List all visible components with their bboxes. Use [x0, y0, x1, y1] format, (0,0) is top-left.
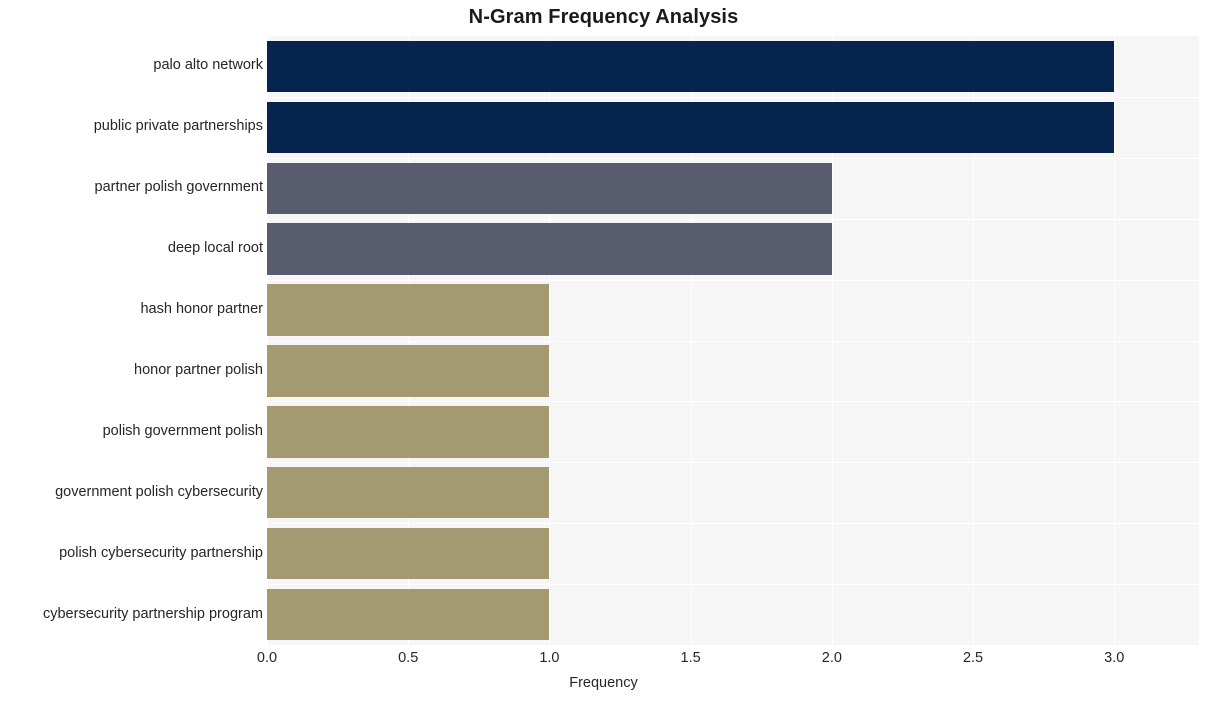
bar[interactable]	[267, 345, 550, 397]
bar[interactable]	[267, 406, 550, 458]
y-axis-tick-label: partner polish government	[94, 179, 263, 196]
bar[interactable]	[267, 223, 832, 275]
y-axis-tick-label: honor partner polish	[134, 361, 263, 378]
horizontal-gridline	[267, 401, 1199, 402]
bar[interactable]	[267, 467, 550, 519]
y-axis-tick-label: palo alto network	[153, 57, 263, 74]
y-axis-tick-label: polish cybersecurity partnership	[59, 544, 263, 561]
bar[interactable]	[267, 40, 1115, 93]
y-axis-tick-label: public private partnerships	[93, 118, 263, 135]
x-axis-tick-labels: 0.0 0.5 1.0 1.5 2.0 2.5 3.0	[0, 650, 1207, 670]
y-axis-tick-label: deep local root	[167, 240, 263, 257]
horizontal-gridline	[267, 462, 1199, 463]
horizontal-gridline	[267, 158, 1199, 159]
bar[interactable]	[267, 527, 550, 580]
x-axis-title: Frequency	[569, 675, 638, 691]
x-axis-tick-label: 2.5	[962, 650, 984, 666]
horizontal-gridline	[267, 584, 1199, 585]
y-axis-tick-label: government polish cybersecurity	[55, 483, 263, 500]
y-axis-tick-label: hash honor partner	[140, 301, 263, 318]
chart-title: N-Gram Frequency Analysis	[468, 6, 739, 28]
x-axis-tick-label: 0.5	[398, 650, 419, 666]
horizontal-gridline	[267, 341, 1199, 342]
horizontal-gridline	[267, 280, 1199, 281]
horizontal-gridline	[267, 219, 1199, 220]
bar[interactable]	[267, 162, 832, 214]
y-axis-tick-label: polish government polish	[102, 422, 263, 439]
x-axis-tick-label: 3.0	[1104, 650, 1125, 666]
plot-area	[267, 36, 1199, 645]
bar[interactable]	[267, 101, 1115, 154]
horizontal-gridline	[267, 523, 1199, 524]
x-axis-tick-label: 2.0	[821, 650, 842, 666]
x-axis-tick-label: 1.0	[539, 650, 560, 666]
y-axis-tick-label: cybersecurity partnership program	[42, 605, 263, 622]
bar[interactable]	[267, 588, 550, 641]
bar[interactable]	[267, 284, 550, 336]
y-axis-tick-labels: palo alto network public private partners…	[0, 36, 263, 645]
x-axis-tick-label: 0.0	[256, 650, 278, 666]
x-axis-tick-label: 1.5	[680, 650, 701, 666]
chart-figure: N-Gram Frequency Analysis palo alto netw…	[0, 0, 1207, 701]
horizontal-gridline	[267, 97, 1199, 98]
